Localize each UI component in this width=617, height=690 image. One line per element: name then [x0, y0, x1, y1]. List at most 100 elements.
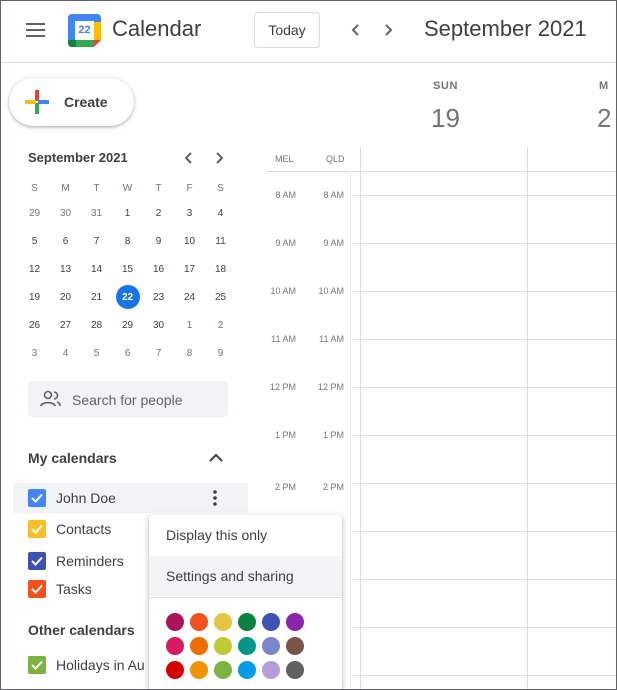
mini-calendar-day[interactable]: 25: [205, 283, 236, 311]
mini-calendar-day[interactable]: 23: [143, 283, 174, 311]
time-label-mel: 9 AM: [275, 238, 296, 248]
mini-calendar-day[interactable]: 20: [50, 283, 81, 311]
calendar-label: John Doe: [56, 490, 116, 506]
weekday-label: M: [61, 182, 70, 194]
search-people-input[interactable]: Search for people: [28, 381, 228, 417]
calendar-checkbox[interactable]: [28, 520, 46, 538]
mini-calendar-day[interactable]: 16: [143, 255, 174, 283]
chevron-up-icon: [209, 453, 223, 462]
day-date-number[interactable]: 2: [597, 103, 611, 134]
mini-calendar-day[interactable]: 6: [50, 227, 81, 255]
day-number: 5: [93, 347, 100, 359]
mini-calendar-day[interactable]: 9: [143, 227, 174, 255]
chevron-right-icon: [216, 152, 224, 164]
mini-calendar-day[interactable]: 29: [19, 199, 50, 227]
color-swatch[interactable]: [286, 637, 304, 655]
mini-calendar-day[interactable]: 2: [143, 199, 174, 227]
mini-calendar-day[interactable]: 1: [174, 311, 205, 339]
mini-calendar-day[interactable]: 27: [50, 311, 81, 339]
calendar-checkbox[interactable]: [28, 656, 46, 674]
mini-calendar-day[interactable]: 7: [143, 339, 174, 367]
color-swatch[interactable]: [238, 613, 256, 631]
mini-calendar-day[interactable]: 7: [81, 227, 112, 255]
day-header-sunday[interactable]: SUN 19: [361, 63, 527, 147]
calendar-checkbox[interactable]: [28, 552, 46, 570]
display-this-only-option[interactable]: Display this only: [149, 515, 342, 555]
main-menu-button[interactable]: [18, 17, 54, 45]
mini-calendar-previous-button[interactable]: [180, 149, 198, 167]
mini-calendar-next-button[interactable]: [210, 149, 228, 167]
color-swatch[interactable]: [286, 613, 304, 631]
mini-calendar-day[interactable]: 5: [81, 339, 112, 367]
mini-calendar-day[interactable]: 4: [50, 339, 81, 367]
settings-and-sharing-option[interactable]: Settings and sharing: [149, 556, 342, 596]
mini-calendar-day[interactable]: 5: [19, 227, 50, 255]
mini-calendar-day[interactable]: 10: [174, 227, 205, 255]
mini-calendar-day[interactable]: 13: [50, 255, 81, 283]
mini-calendar-day[interactable]: 8: [112, 227, 143, 255]
mini-calendar-day[interactable]: 11: [205, 227, 236, 255]
mini-calendar-day[interactable]: 2: [205, 311, 236, 339]
mini-calendar-today[interactable]: 22: [112, 283, 143, 311]
mini-calendar-day[interactable]: 14: [81, 255, 112, 283]
mini-calendar-day[interactable]: 29: [112, 311, 143, 339]
time-label-qld: 8 AM: [323, 190, 344, 200]
mini-calendar-day[interactable]: 30: [50, 199, 81, 227]
mini-calendar-day[interactable]: 12: [19, 255, 50, 283]
color-swatch[interactable]: [262, 637, 280, 655]
mini-calendar-day[interactable]: 8: [174, 339, 205, 367]
create-button[interactable]: Create: [9, 78, 134, 126]
mini-calendar-day[interactable]: 31: [81, 199, 112, 227]
mini-calendar-day[interactable]: 18: [205, 255, 236, 283]
my-calendars-collapse-button[interactable]: [206, 450, 226, 466]
color-swatch[interactable]: [166, 613, 184, 631]
calendar-checkbox[interactable]: [28, 489, 46, 507]
mini-calendar-day[interactable]: 4: [205, 199, 236, 227]
color-swatch[interactable]: [262, 613, 280, 631]
calendar-options-button[interactable]: [208, 488, 222, 508]
mini-calendar-day[interactable]: 19: [19, 283, 50, 311]
more-vert-icon: [213, 490, 217, 506]
mini-calendar-day[interactable]: 9: [205, 339, 236, 367]
mini-calendar-day[interactable]: 17: [174, 255, 205, 283]
mini-calendar-day[interactable]: 21: [81, 283, 112, 311]
mini-calendar-day[interactable]: 28: [81, 311, 112, 339]
mini-calendar-day[interactable]: 3: [174, 199, 205, 227]
color-swatch[interactable]: [166, 637, 184, 655]
color-swatch[interactable]: [262, 661, 280, 679]
mini-calendar-day[interactable]: 1: [112, 199, 143, 227]
color-swatch[interactable]: [214, 661, 232, 679]
color-swatch[interactable]: [214, 613, 232, 631]
previous-period-button[interactable]: [342, 16, 370, 44]
next-period-button[interactable]: [374, 16, 402, 44]
day-number: 22: [115, 285, 140, 309]
day-number: 13: [59, 263, 72, 275]
color-swatch[interactable]: [190, 661, 208, 679]
mini-calendar-day[interactable]: 15: [112, 255, 143, 283]
calendar-checkbox[interactable]: [28, 580, 46, 598]
other-calendars-heading[interactable]: Other calendars: [28, 622, 135, 638]
mini-calendar-day[interactable]: 6: [112, 339, 143, 367]
day-header-monday[interactable]: M 2: [527, 63, 616, 147]
calendar-logo[interactable]: 22: [68, 14, 101, 47]
today-button[interactable]: Today: [254, 12, 320, 48]
day-date-number[interactable]: 19: [431, 103, 460, 134]
calendar-item[interactable]: John Doe: [13, 483, 248, 513]
day-number: 18: [214, 263, 227, 275]
color-swatch[interactable]: [190, 637, 208, 655]
color-swatch[interactable]: [166, 661, 184, 679]
color-swatch[interactable]: [238, 661, 256, 679]
mini-calendar-day[interactable]: 3: [19, 339, 50, 367]
color-swatch[interactable]: [214, 637, 232, 655]
day-number: 28: [90, 319, 103, 331]
mini-calendar-day[interactable]: 24: [174, 283, 205, 311]
mini-calendar-day[interactable]: 30: [143, 311, 174, 339]
color-swatch[interactable]: [238, 637, 256, 655]
mini-calendar-day[interactable]: 26: [19, 311, 50, 339]
color-swatch[interactable]: [190, 613, 208, 631]
day-number: 6: [124, 347, 131, 359]
color-swatch[interactable]: [286, 661, 304, 679]
my-calendars-heading[interactable]: My calendars: [28, 450, 117, 466]
hour-line: [353, 435, 616, 436]
hour-line: [353, 531, 616, 532]
